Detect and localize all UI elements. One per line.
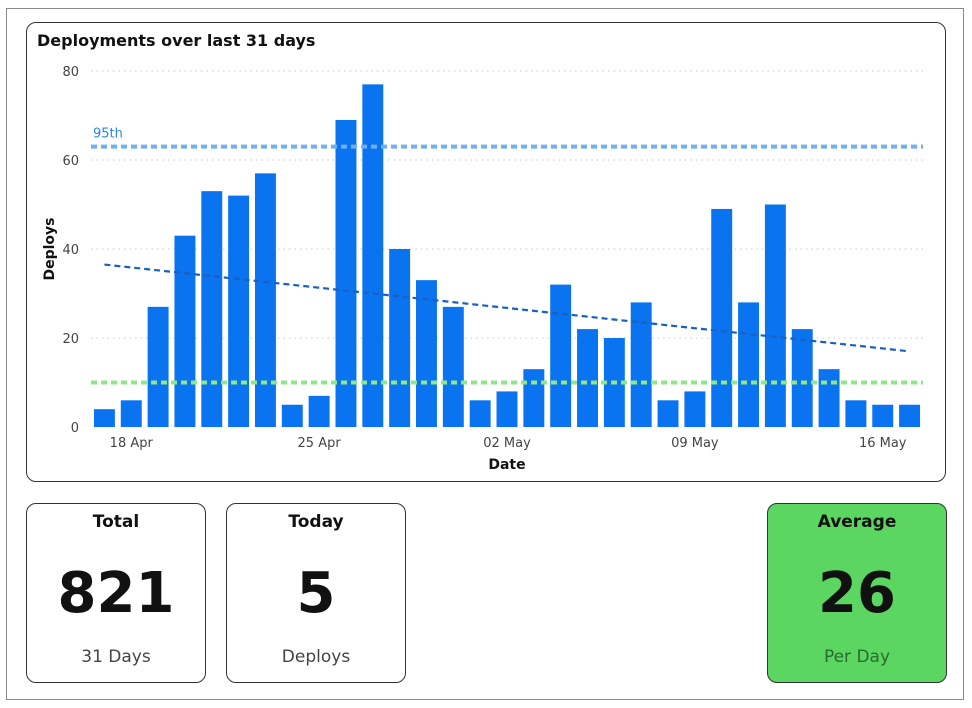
kpi-today-value: 5 xyxy=(296,561,336,626)
y-tick-label: 40 xyxy=(62,243,79,258)
bar xyxy=(550,284,572,427)
bar xyxy=(496,391,518,427)
y-tick-label: 20 xyxy=(62,332,79,347)
y-axis-title: Deploys xyxy=(42,217,58,280)
y-tick-label: 0 xyxy=(71,421,79,436)
bar xyxy=(738,302,760,427)
kpi-average-subtitle: Per Day xyxy=(823,647,891,667)
bar xyxy=(308,395,330,427)
x-tick-label: 02 May xyxy=(483,436,531,451)
bar xyxy=(791,329,813,427)
bar xyxy=(899,404,921,427)
trend-line xyxy=(104,263,910,353)
kpi-today-title: Today xyxy=(288,512,344,532)
bar xyxy=(523,369,545,427)
reference-line-label: 95th xyxy=(93,127,123,142)
kpi-total-value: 821 xyxy=(57,561,175,626)
bar xyxy=(281,404,303,427)
bar xyxy=(201,191,223,427)
bar xyxy=(845,400,867,427)
y-tick-label: 60 xyxy=(62,154,79,169)
bar xyxy=(93,409,115,427)
x-tick-label: 18 Apr xyxy=(110,436,154,451)
kpi-average-title: Average xyxy=(817,512,897,532)
kpi-total-subtitle: 31 Days xyxy=(81,647,151,667)
kpi-total-title: Total xyxy=(92,512,140,532)
kpi-average-card: Average 26 Per Day xyxy=(767,503,947,683)
bar xyxy=(442,306,464,427)
x-tick-label: 25 Apr xyxy=(298,436,342,451)
bar xyxy=(764,204,786,427)
x-axis-title: Date xyxy=(488,457,525,473)
x-tick-label: 16 May xyxy=(859,436,907,451)
bar xyxy=(362,84,384,427)
bar xyxy=(174,235,196,427)
kpi-average-value: 26 xyxy=(818,561,896,626)
bar xyxy=(254,173,276,427)
bar xyxy=(872,404,894,427)
kpi-today-subtitle: Deploys xyxy=(281,647,351,667)
deployments-chart-card: Deployments over last 31 days 0 20 40 60 80 9… xyxy=(26,22,946,482)
bar xyxy=(577,329,598,427)
bar xyxy=(657,400,679,427)
x-tick-label: 09 May xyxy=(671,436,719,451)
bar xyxy=(120,400,142,427)
bar xyxy=(416,280,437,427)
y-tick-label: 80 xyxy=(62,65,79,80)
bar xyxy=(389,249,411,427)
bar xyxy=(818,369,840,427)
kpi-today-card: Today 5 Deploys xyxy=(226,503,406,683)
kpi-total-card: Total 821 31 Days xyxy=(26,503,206,683)
deployments-bar-chart: 0 20 40 60 80 95th 18 Apr 25 Apr 02 May 09 May 16 … xyxy=(42,65,923,473)
bar xyxy=(147,306,169,427)
bar xyxy=(684,391,706,427)
bar xyxy=(711,208,733,427)
bar xyxy=(469,400,491,427)
bar xyxy=(228,195,250,427)
